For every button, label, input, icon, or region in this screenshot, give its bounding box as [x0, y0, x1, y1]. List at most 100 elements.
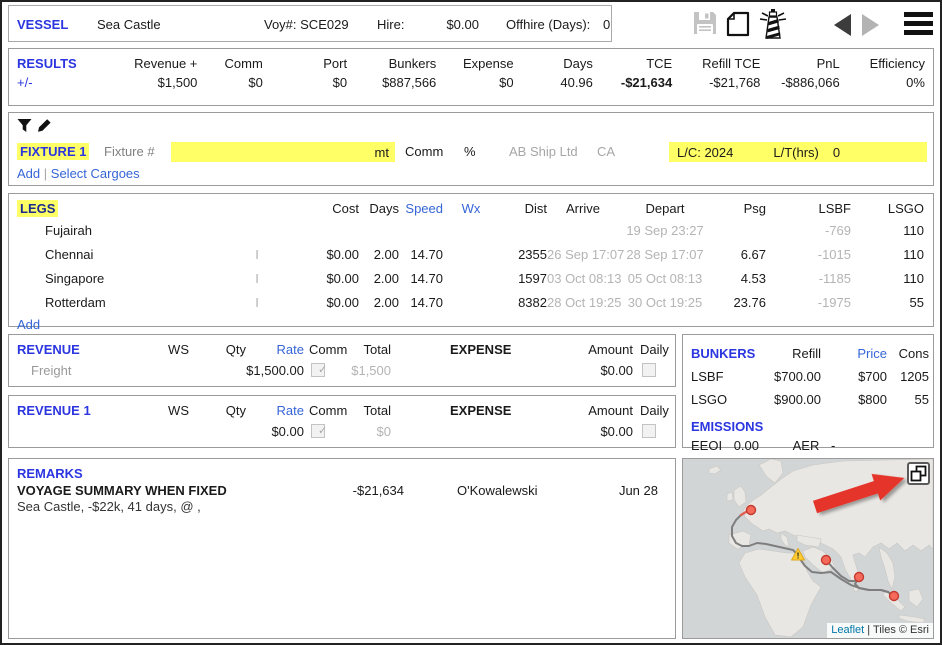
- leg-lsgo: 55: [851, 291, 924, 315]
- results-plusminus[interactable]: +/-: [17, 75, 112, 90]
- leg-days[interactable]: 2.00: [359, 267, 399, 291]
- leg-lsbf: -1975: [766, 291, 851, 315]
- offhire-value[interactable]: 0: [603, 17, 610, 32]
- expense-amount-value[interactable]: $0.00: [549, 363, 633, 378]
- leg-speed[interactable]: 14.70: [399, 243, 443, 267]
- leg-speed[interactable]: [399, 219, 443, 243]
- vessel-label[interactable]: VESSEL: [17, 17, 68, 32]
- new-document-icon[interactable]: [726, 11, 750, 40]
- revenue-panel: REVENUE WS Qty Rate Comm Total EXPENSE A…: [8, 334, 676, 387]
- leg-dist: 8382: [499, 291, 547, 315]
- daily-checkbox[interactable]: [642, 424, 656, 438]
- leg-row-port[interactable]: Fujairah: [17, 219, 247, 243]
- leg-speed[interactable]: 14.70: [399, 291, 443, 315]
- price-value[interactable]: $800: [821, 388, 887, 411]
- leg-days[interactable]: 2.00: [359, 291, 399, 315]
- legs-header-cost: Cost: [267, 199, 359, 219]
- expense-amount-value[interactable]: $0.00: [549, 424, 633, 439]
- leaflet-link[interactable]: Leaflet: [831, 624, 864, 636]
- leg-cost[interactable]: $0.00: [267, 267, 359, 291]
- expand-map-button[interactable]: [907, 462, 930, 485]
- leg-dist: 1597: [499, 267, 547, 291]
- leg-row-port[interactable]: Chennai: [17, 243, 247, 267]
- legs-title: LEGS: [17, 200, 58, 217]
- leg-speed[interactable]: 14.70: [399, 267, 443, 291]
- comm-checkbox[interactable]: ✓: [311, 363, 325, 377]
- edit-pencil-icon[interactable]: [37, 118, 52, 136]
- route-map-canvas: !: [683, 459, 933, 638]
- add-leg-link[interactable]: Add: [17, 317, 40, 332]
- expense-header: EXPENSE: [450, 403, 511, 418]
- cargo-quantity-field[interactable]: mt: [171, 142, 395, 162]
- add-cargo-link[interactable]: Add: [17, 166, 40, 181]
- menu-icon[interactable]: [904, 12, 933, 39]
- leg-days[interactable]: 2.00: [359, 243, 399, 267]
- leg-psg: 6.67: [711, 243, 766, 267]
- remarks-title: REMARKS: [17, 466, 83, 481]
- route-map[interactable]: ! Leaflet | Tiles © Esri: [682, 458, 934, 639]
- revenue-title: REVENUE: [17, 342, 80, 357]
- results-label: RESULTS: [17, 56, 112, 71]
- total-value: $0: [331, 424, 391, 439]
- select-cargoes-link[interactable]: Select Cargoes: [51, 166, 140, 181]
- results-col-revenue: Revenue +$1,500: [112, 56, 197, 105]
- leg-cost[interactable]: [267, 219, 359, 243]
- vessel-name[interactable]: Sea Castle: [97, 17, 161, 32]
- forward-arrow-icon[interactable]: [862, 14, 879, 36]
- rate-header[interactable]: Rate: [249, 342, 304, 357]
- price-header[interactable]: Price: [821, 342, 887, 365]
- port-marker-rotterdam[interactable]: [747, 506, 756, 515]
- laycan-field[interactable]: L/C: 2024 L/T(hrs) 0: [669, 142, 927, 162]
- rate-value[interactable]: $0.00: [217, 424, 304, 439]
- laytime-value: 0: [833, 145, 840, 160]
- comm-checkbox[interactable]: ✓: [311, 424, 325, 438]
- port-marker-chennai[interactable]: [855, 573, 864, 582]
- cargo-quantity-unit: mt: [375, 145, 389, 160]
- leg-cost[interactable]: $0.00: [267, 291, 359, 315]
- lighthouse-icon[interactable]: [756, 8, 790, 43]
- legs-panel: LEGS Cost Days Speed Wx Dist Arrive Depa…: [8, 193, 934, 327]
- legs-header-days: Days: [359, 199, 399, 219]
- rate-value[interactable]: $1,500.00: [217, 363, 304, 378]
- price-value[interactable]: $700: [821, 365, 887, 388]
- legs-header-wx[interactable]: Wx: [443, 199, 499, 219]
- refill-value[interactable]: $900.00: [743, 388, 821, 411]
- save-icon[interactable]: [692, 10, 718, 39]
- daily-header: Daily: [640, 342, 669, 357]
- results-col-days: Days40.96: [514, 56, 593, 105]
- leg-row-port[interactable]: Singapore: [17, 267, 247, 291]
- port-marker-fujairah[interactable]: [822, 556, 831, 565]
- legs-header-lsgo: LSGO: [851, 199, 924, 219]
- fuel-type: LSBF: [691, 365, 743, 388]
- legs-header-speed[interactable]: Speed: [399, 199, 443, 219]
- leg-arrive: 28 Oct 19:25: [547, 291, 619, 315]
- leg-psg: 4.53: [711, 267, 766, 291]
- results-col-refill-tce: Refill TCE-$21,768: [672, 56, 760, 105]
- daily-checkbox[interactable]: [642, 363, 656, 377]
- leg-cost[interactable]: $0.00: [267, 243, 359, 267]
- port-marker-singapore[interactable]: [890, 592, 899, 601]
- refill-header: Refill: [743, 342, 821, 365]
- back-arrow-icon[interactable]: [834, 14, 851, 36]
- revenue1-panel: REVENUE 1 WS Qty Rate Comm Total EXPENSE…: [8, 395, 676, 448]
- fixture-panel: FIXTURE 1 Fixture # mt Comm % AB Ship Lt…: [8, 112, 934, 186]
- leg-days[interactable]: [359, 219, 399, 243]
- hire-value[interactable]: $0.00: [429, 17, 479, 32]
- contract-type[interactable]: CA: [597, 144, 615, 159]
- leg-row-port[interactable]: Rotterdam: [17, 291, 247, 315]
- leg-dist: [499, 219, 547, 243]
- leg-depart: 28 Sep 17:07: [619, 243, 711, 267]
- leg-depart: 30 Oct 19:25: [619, 291, 711, 315]
- leg-lsgo: 110: [851, 243, 924, 267]
- fixture-title[interactable]: FIXTURE 1: [17, 143, 89, 160]
- amount-header: Amount: [567, 403, 633, 418]
- leg-dist: 2355: [499, 243, 547, 267]
- refill-value[interactable]: $700.00: [743, 365, 821, 388]
- voyage-number: Voy#: SCE029: [264, 17, 349, 32]
- charterer-name[interactable]: AB Ship Ltd: [509, 144, 578, 159]
- rate-header[interactable]: Rate: [249, 403, 304, 418]
- remark-entry-date: Jun 28: [594, 483, 658, 498]
- revenue1-title: REVENUE 1: [17, 403, 91, 418]
- filter-icon[interactable]: [17, 118, 32, 136]
- cons-value: 1205: [887, 365, 929, 388]
